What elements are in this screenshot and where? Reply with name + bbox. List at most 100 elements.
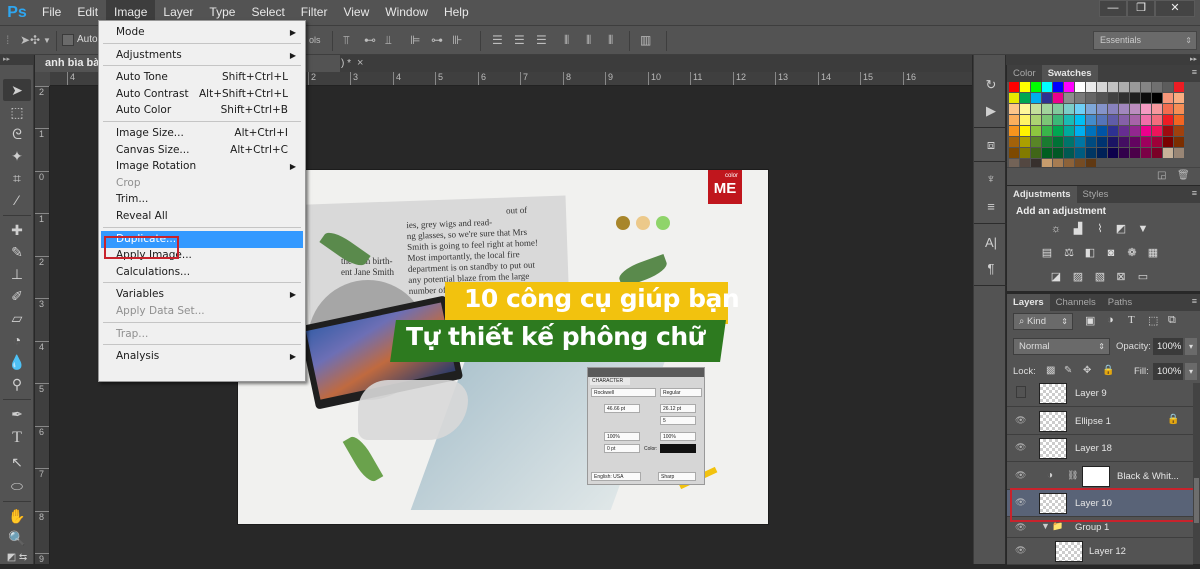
actions-play-icon[interactable]: ▶: [981, 101, 1001, 121]
swatch[interactable]: [1031, 115, 1041, 125]
menu-item-calculations[interactable]: Calculations...: [101, 264, 303, 281]
swatch[interactable]: [1108, 82, 1118, 92]
swatch[interactable]: [1108, 126, 1118, 136]
new-swatch-icon[interactable]: ◲: [1157, 170, 1166, 181]
layer-thumbnail[interactable]: [1039, 410, 1067, 432]
filter-pixel-icon[interactable]: ▣: [1085, 314, 1095, 327]
swatch[interactable]: [1119, 126, 1129, 136]
swatch[interactable]: [1163, 148, 1173, 158]
tab-channels[interactable]: Channels: [1050, 294, 1102, 311]
collapse-tools-icon[interactable]: ▸▸: [0, 55, 33, 65]
swatch[interactable]: [1042, 82, 1052, 92]
layer-row[interactable]: 👁 ▼ 📁 Group 1: [1007, 518, 1193, 538]
swatch[interactable]: [1141, 104, 1151, 114]
swatch[interactable]: [1064, 148, 1074, 158]
document-canvas[interactable]: out of ies, grey wigs and read- ng glass…: [238, 170, 768, 524]
swatch[interactable]: [1141, 93, 1151, 103]
distribute-vcenter-icon[interactable]: ☰: [514, 33, 525, 47]
swatch[interactable]: [1086, 104, 1096, 114]
brush-presets-icon[interactable]: ♆: [981, 169, 1001, 189]
lock-position-icon[interactable]: ✥: [1083, 365, 1091, 376]
swatch[interactable]: [1141, 115, 1151, 125]
visibility-eye-icon[interactable]: 👁: [1015, 415, 1026, 426]
menu-item-adjustments[interactable]: Adjustments ▶: [101, 47, 303, 64]
crop-tool-icon[interactable]: ⌗: [3, 167, 31, 189]
align-vcenter-icon[interactable]: ⊷: [364, 33, 376, 47]
swatch[interactable]: [1075, 93, 1085, 103]
swatch[interactable]: [1020, 148, 1030, 158]
magic-wand-tool-icon[interactable]: ✦: [3, 145, 31, 167]
swatch[interactable]: [1086, 126, 1096, 136]
menu-file[interactable]: File: [34, 0, 69, 25]
swatch[interactable]: [1152, 93, 1162, 103]
swatch[interactable]: [1064, 104, 1074, 114]
swap-colors-icon[interactable]: ◩ ⇆: [3, 547, 31, 569]
dodge-tool-icon[interactable]: ⚲: [3, 373, 31, 395]
align-hcenter-icon[interactable]: ⊶: [431, 33, 443, 47]
hue-saturation-icon[interactable]: ▤: [1040, 246, 1054, 260]
visibility-eye-icon[interactable]: 👁: [1015, 470, 1026, 481]
swatch[interactable]: [1053, 82, 1063, 92]
lasso-tool-icon[interactable]: ᘓ: [3, 123, 31, 145]
expand-dock-icon[interactable]: ▸▸: [1190, 55, 1197, 63]
swatch[interactable]: [1020, 104, 1030, 114]
visibility-eye-icon[interactable]: 👁: [1015, 497, 1026, 508]
tab-paths[interactable]: Paths: [1102, 294, 1138, 311]
clone-stamp-tool-icon[interactable]: ⊥: [3, 263, 31, 285]
swatch[interactable]: [1163, 115, 1173, 125]
threshold-icon[interactable]: ▧: [1093, 270, 1107, 284]
layer-thumbnail[interactable]: [1039, 438, 1067, 459]
swatch[interactable]: [1042, 126, 1052, 136]
swatch[interactable]: [1064, 115, 1074, 125]
channel-mixer-icon[interactable]: ❁: [1125, 246, 1139, 260]
swatch[interactable]: [1031, 104, 1041, 114]
menu-item-reveal-all[interactable]: Reveal All: [101, 208, 303, 225]
menu-view[interactable]: View: [335, 0, 377, 25]
zoom-tool-icon[interactable]: 🔍: [3, 527, 31, 549]
swatch[interactable]: [1108, 93, 1118, 103]
swatch[interactable]: [1075, 104, 1085, 114]
layer-thumbnail[interactable]: [1039, 493, 1067, 514]
swatch[interactable]: [1163, 126, 1173, 136]
swatch[interactable]: [1086, 115, 1096, 125]
menu-help[interactable]: Help: [436, 0, 477, 25]
invert-icon[interactable]: ◪: [1049, 270, 1063, 284]
swatch[interactable]: [1053, 93, 1063, 103]
layer-row[interactable]: 👁 Layer 10: [1007, 490, 1193, 517]
path-selection-tool-icon[interactable]: ↖: [3, 451, 31, 473]
layer-row[interactable]: 👁 Ellipse 1 🔒: [1007, 408, 1193, 435]
menu-item-apply-data-set[interactable]: Apply Data Set...: [101, 303, 303, 320]
pen-tool-icon[interactable]: ✒: [3, 403, 31, 425]
distribute-hcenter-icon[interactable]: ⦀: [586, 33, 591, 48]
swatch[interactable]: [1042, 104, 1052, 114]
swatch[interactable]: [1009, 137, 1019, 147]
swatch[interactable]: [1097, 93, 1107, 103]
filter-adjustment-icon[interactable]: ◑: [1107, 314, 1114, 326]
swatch[interactable]: [1031, 126, 1041, 136]
swatch[interactable]: [1009, 148, 1019, 158]
swatch[interactable]: [1042, 93, 1052, 103]
swatch[interactable]: [1075, 137, 1085, 147]
workspace-select[interactable]: Essentials ⇕: [1093, 31, 1197, 50]
folder-icon[interactable]: ▼ 📁: [1041, 521, 1064, 532]
paragraph-panel-icon[interactable]: ¶: [981, 259, 1001, 279]
swatch[interactable]: [1163, 93, 1173, 103]
close-tab-icon[interactable]: ×: [357, 55, 363, 72]
layer-filter-kind-select[interactable]: ⌕ Kind ⇕: [1013, 313, 1073, 330]
swatch[interactable]: [1097, 115, 1107, 125]
menu-item-apply-image[interactable]: Apply Image...: [101, 247, 303, 264]
scrollbar-thumb[interactable]: [1194, 478, 1199, 523]
swatch[interactable]: [1097, 82, 1107, 92]
visibility-eye-icon[interactable]: 👁: [1015, 442, 1026, 453]
levels-icon[interactable]: ▟: [1071, 222, 1085, 236]
panel-menu-icon[interactable]: ≡: [1192, 188, 1197, 198]
swatch[interactable]: [1009, 93, 1019, 103]
layer-row[interactable]: 👁 ◑ ⛓ Black & Whit...: [1007, 463, 1193, 490]
swatch[interactable]: [1174, 82, 1184, 92]
panel-menu-icon[interactable]: ≡: [1192, 296, 1197, 306]
brightness-contrast-icon[interactable]: ☼: [1049, 222, 1063, 236]
lock-image-icon[interactable]: ✎: [1064, 365, 1072, 376]
swatch[interactable]: [1020, 126, 1030, 136]
type-tool-icon[interactable]: T: [3, 427, 31, 449]
trash-icon[interactable]: 🗑: [1177, 170, 1190, 181]
